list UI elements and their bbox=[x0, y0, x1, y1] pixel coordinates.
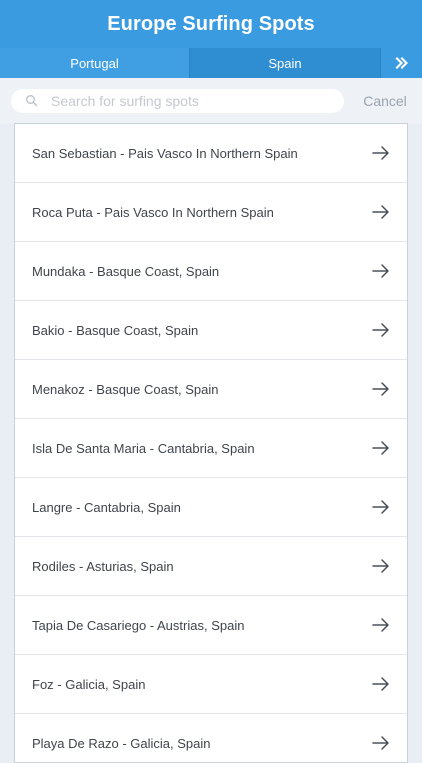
list-item-label: Playa De Razo - Galicia, Spain bbox=[32, 735, 211, 751]
list-item-label: Langre - Cantabria, Spain bbox=[32, 499, 181, 515]
arrow-right-icon bbox=[372, 323, 389, 337]
arrow-right-icon bbox=[372, 736, 389, 750]
list-item-label: San Sebastian - Pais Vasco In Northern S… bbox=[32, 145, 298, 161]
list-item[interactable]: Playa De Razo - Galicia, Spain bbox=[15, 714, 407, 762]
tab-portugal[interactable]: Portugal bbox=[0, 48, 190, 78]
arrow-right-icon bbox=[372, 146, 389, 160]
list-item-label: Menakoz - Basque Coast, Spain bbox=[32, 381, 219, 397]
list-item-label: Rodiles - Asturias, Spain bbox=[32, 558, 174, 574]
list-item[interactable]: Tapia De Casariego - Austrias, Spain bbox=[15, 596, 407, 655]
double-chevron-right-icon bbox=[395, 57, 408, 69]
search-field[interactable] bbox=[11, 89, 344, 113]
arrow-right-icon bbox=[372, 382, 389, 396]
list-item-label: Tapia De Casariego - Austrias, Spain bbox=[32, 617, 245, 633]
list-item[interactable]: Foz - Galicia, Spain bbox=[15, 655, 407, 714]
app-header: Europe Surfing Spots bbox=[0, 0, 422, 48]
list-item-label: Foz - Galicia, Spain bbox=[32, 676, 146, 692]
list-item[interactable]: Menakoz - Basque Coast, Spain bbox=[15, 360, 407, 419]
list-item-label: Roca Puta - Pais Vasco In Northern Spain bbox=[32, 204, 274, 220]
search-icon bbox=[26, 95, 38, 107]
search-input[interactable] bbox=[51, 89, 336, 113]
list-item[interactable]: Mundaka - Basque Coast, Spain bbox=[15, 242, 407, 301]
spots-list: San Sebastian - Pais Vasco In Northern S… bbox=[14, 123, 408, 763]
country-tabs: Portugal Spain bbox=[0, 48, 422, 78]
arrow-right-icon bbox=[372, 441, 389, 455]
arrow-right-icon bbox=[372, 264, 389, 278]
page-title: Europe Surfing Spots bbox=[107, 12, 315, 35]
list-item[interactable]: Roca Puta - Pais Vasco In Northern Spain bbox=[15, 183, 407, 242]
list-item-label: Bakio - Basque Coast, Spain bbox=[32, 322, 199, 338]
arrow-right-icon bbox=[372, 205, 389, 219]
arrow-right-icon bbox=[372, 677, 389, 691]
arrow-right-icon bbox=[372, 500, 389, 514]
list-item[interactable]: Langre - Cantabria, Spain bbox=[15, 478, 407, 537]
spots-list-items: San Sebastian - Pais Vasco In Northern S… bbox=[15, 124, 407, 762]
tabs-next-button[interactable] bbox=[381, 48, 422, 78]
arrow-right-icon bbox=[372, 618, 389, 632]
cancel-button[interactable]: Cancel bbox=[355, 91, 415, 111]
tab-label: Spain bbox=[268, 55, 302, 71]
arrow-right-icon bbox=[372, 559, 389, 573]
search-bar: Cancel bbox=[0, 78, 422, 124]
list-item[interactable]: Isla De Santa Maria - Cantabria, Spain bbox=[15, 419, 407, 478]
list-item-label: Mundaka - Basque Coast, Spain bbox=[32, 263, 220, 279]
list-item[interactable]: San Sebastian - Pais Vasco In Northern S… bbox=[15, 124, 407, 183]
list-item[interactable]: Rodiles - Asturias, Spain bbox=[15, 537, 407, 596]
tab-spain[interactable]: Spain bbox=[190, 48, 381, 78]
list-item-label: Isla De Santa Maria - Cantabria, Spain bbox=[32, 440, 255, 456]
tab-label: Portugal bbox=[70, 55, 119, 71]
list-item[interactable]: Bakio - Basque Coast, Spain bbox=[15, 301, 407, 360]
